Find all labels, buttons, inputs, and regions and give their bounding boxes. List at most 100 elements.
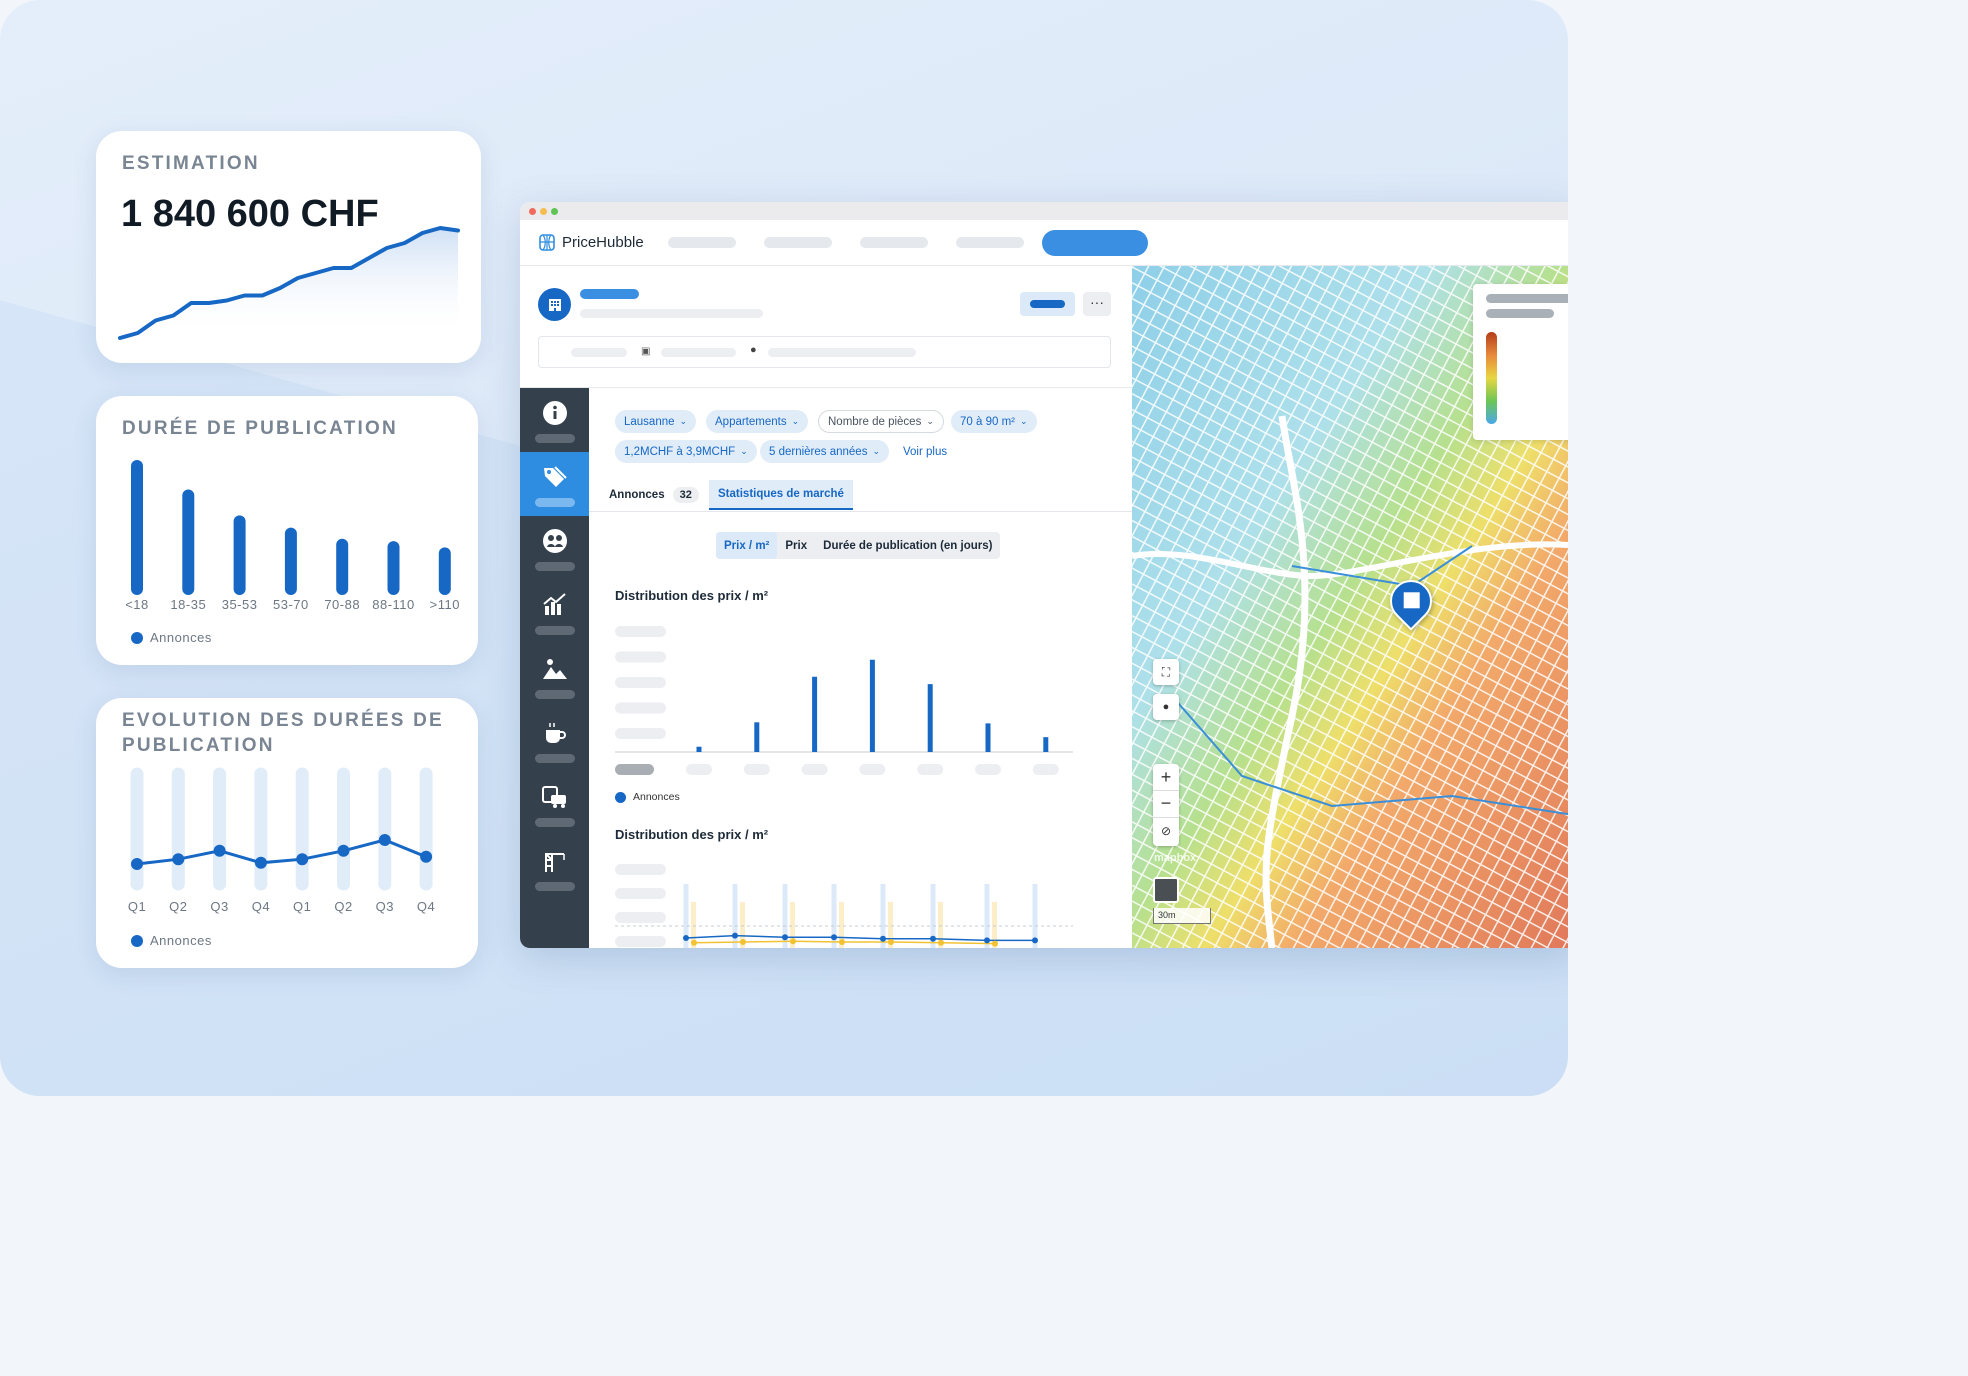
map-legend-subtitle xyxy=(1486,309,1554,318)
info-field-1 xyxy=(571,348,627,357)
price-tag-icon xyxy=(543,466,567,487)
zoom-out-button[interactable]: − xyxy=(1153,791,1179,818)
evolution-point xyxy=(296,853,309,866)
scale-label: 30m xyxy=(1158,910,1176,920)
duree-card: DURÉE DE PUBLICATION <18 18-35 35-53 53-70 7… xyxy=(96,396,478,665)
property-title xyxy=(580,289,639,299)
evolution-card: EVOLUTION DES DURÉES DE PUBLICATION Q1 Q2… xyxy=(96,698,478,968)
placeholder-tick xyxy=(801,764,828,775)
series-2-point xyxy=(938,939,944,946)
sidebar-item-amenities[interactable] xyxy=(520,708,589,772)
evolution-point xyxy=(378,834,391,846)
legend-marker xyxy=(131,934,143,947)
nav-item-1[interactable] xyxy=(668,237,736,248)
sidebar-item-environment[interactable] xyxy=(520,644,589,708)
evolution-point xyxy=(254,856,267,869)
globe-icon xyxy=(539,234,555,251)
filter-area-label: 70 à 90 m² xyxy=(960,415,1015,428)
evolution-legend: Annonces xyxy=(131,933,212,948)
duree-tick-label: <18 xyxy=(125,597,149,612)
placeholder-tick xyxy=(615,677,666,688)
series-2-point xyxy=(839,939,845,945)
satellite-toggle[interactable] xyxy=(1153,877,1179,903)
metric-price[interactable]: Prix xyxy=(777,532,815,559)
sidebar-item-demographics[interactable] xyxy=(520,516,589,580)
nav-item-2[interactable] xyxy=(764,237,832,248)
series-1-point xyxy=(683,935,689,941)
money-icon: ▣ xyxy=(641,346,651,357)
duree-tick-label: 53-70 xyxy=(273,597,309,612)
placeholder-tick xyxy=(615,936,666,947)
content-area: Lausanne ⌄ Appartements ⌄ Nombre de pièces… xyxy=(589,388,1132,948)
duree-tick-label: 70-88 xyxy=(324,597,361,612)
evolution-point xyxy=(337,844,350,857)
tab-statistiques[interactable]: Statistiques de marché xyxy=(709,480,853,510)
placeholder-tick xyxy=(917,764,944,775)
minimize-dot[interactable] xyxy=(540,208,547,215)
filter-city[interactable]: Lausanne ⌄ xyxy=(615,410,697,433)
sidebar-item-listings[interactable] xyxy=(520,452,589,516)
metric-price-m2[interactable]: Prix / m² xyxy=(716,532,778,559)
nav-item-4[interactable] xyxy=(956,237,1024,248)
sidebar-item-construction[interactable] xyxy=(520,836,589,900)
more-options-button[interactable]: ··· xyxy=(1083,292,1111,316)
sidebar-item-transport[interactable] xyxy=(520,772,589,836)
section1-legend: Annonces xyxy=(615,791,680,803)
filter-rooms[interactable]: Nombre de pièces ⌄ xyxy=(818,410,944,433)
filter-type[interactable]: Appartements ⌄ xyxy=(706,410,809,433)
series-1-point xyxy=(782,934,788,941)
chevron-down-icon: ⌄ xyxy=(740,446,748,456)
filter-period[interactable]: 5 dernières années ⌄ xyxy=(760,440,890,463)
info-field-3 xyxy=(768,348,916,357)
placeholder-tick xyxy=(615,728,666,739)
evolution-tick-label: Q4 xyxy=(416,899,436,914)
series-2-point xyxy=(888,939,894,945)
locate-button[interactable]: ● xyxy=(1153,694,1179,720)
chevron-down-icon: ⌄ xyxy=(679,416,688,426)
property-header: ··· ▣ ● xyxy=(520,266,1132,388)
see-more-link[interactable]: Voir plus xyxy=(903,446,947,458)
zoom-in-button[interactable]: + xyxy=(1153,764,1179,791)
close-dot[interactable] xyxy=(529,208,536,215)
placeholder-tick xyxy=(1032,764,1059,775)
primary-action-button[interactable] xyxy=(1020,292,1075,316)
sidebar-item-market[interactable] xyxy=(520,580,589,644)
nav-cta-button[interactable] xyxy=(1042,230,1148,256)
filter-rooms-label: Nombre de pièces xyxy=(828,415,922,428)
brand-logo[interactable]: PriceHubble xyxy=(538,232,644,252)
tab-stats-label: Statistiques de marché xyxy=(718,488,844,500)
filter-price-label: 1,2MCHF à 3,9MCHF xyxy=(624,445,736,458)
distribution-chart xyxy=(615,626,1073,775)
filter-period-label: 5 dernières années xyxy=(769,445,868,458)
estimation-card: ESTIMATION 1 840 600 CHF xyxy=(96,131,481,363)
top-nav: PriceHubble xyxy=(520,220,1568,266)
fullscreen-button[interactable]: ⛶ xyxy=(1153,659,1179,685)
metric-duration[interactable]: Durée de publication (en jours) xyxy=(815,532,1000,559)
series-1-point xyxy=(1032,937,1038,944)
series-1-point xyxy=(880,935,886,942)
tab-annonces[interactable]: Annonces 32 xyxy=(609,480,699,510)
app-window: PriceHubble ··· ▣ ● Lausanne ⌄ Appartemen… xyxy=(520,202,1568,948)
legend-marker xyxy=(615,791,626,803)
placeholder-tick xyxy=(686,764,712,775)
nav-item-3[interactable] xyxy=(860,237,928,248)
evolution-chart xyxy=(130,767,433,891)
filter-area[interactable]: 70 à 90 m² ⌄ xyxy=(951,410,1037,433)
maximize-dot[interactable] xyxy=(551,208,558,215)
series-2-point xyxy=(740,939,746,945)
map-view[interactable]: ⛶ ● + − ⊘ mapbox 30m xyxy=(1132,266,1568,948)
compass-icon[interactable]: ⊘ xyxy=(1153,818,1179,845)
duree-chart xyxy=(131,460,451,595)
color-scale-bar xyxy=(1486,332,1497,424)
section1-legend-label: Annonces xyxy=(633,791,680,803)
distribution-chart-2 xyxy=(615,864,1073,948)
filter-price[interactable]: 1,2MCHF à 3,9MCHF ⌄ xyxy=(615,440,757,463)
sidebar-item-info[interactable] xyxy=(520,388,589,452)
chevron-down-icon: ⌄ xyxy=(1019,416,1028,426)
brand-name: PriceHubble xyxy=(562,233,644,251)
duree-tick-label: 35-53 xyxy=(221,597,258,612)
evolution-point xyxy=(213,844,226,857)
duree-tick-label: 18-35 xyxy=(170,597,207,612)
sidebar xyxy=(520,388,589,948)
evolution-point xyxy=(420,850,433,863)
